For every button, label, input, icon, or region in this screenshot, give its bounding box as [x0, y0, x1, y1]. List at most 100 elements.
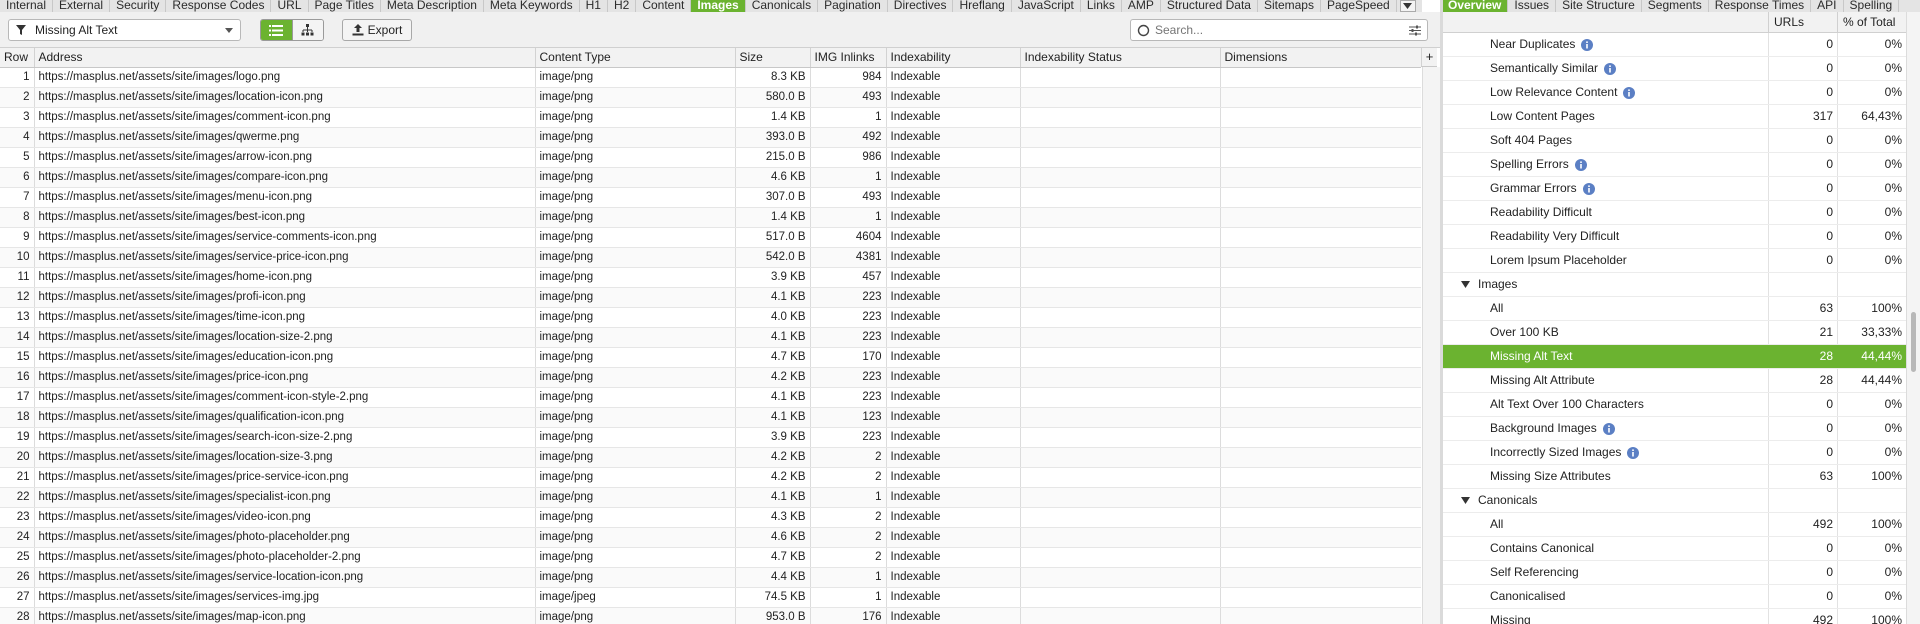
table-row[interactable]: 14 https://masplus.net/assets/site/images…: [0, 327, 1421, 348]
tab-sitemaps[interactable]: Sitemaps: [1258, 0, 1321, 12]
overview-item[interactable]: Readability Difficult 0 0%: [1443, 201, 1920, 225]
table-row[interactable]: 24 https://masplus.net/assets/site/images…: [0, 527, 1421, 548]
tab-directives[interactable]: Directives: [888, 0, 954, 12]
table-row[interactable]: 28 https://masplus.net/assets/site/images…: [0, 607, 1421, 624]
triangle-down-icon[interactable]: [1461, 281, 1470, 288]
column-header-indexability-status[interactable]: Indexability Status: [1020, 48, 1221, 68]
table-row[interactable]: 23 https://masplus.net/assets/site/images…: [0, 507, 1421, 528]
table-row[interactable]: 18 https://masplus.net/assets/site/images…: [0, 407, 1421, 428]
table-row[interactable]: 15 https://masplus.net/assets/site/images…: [0, 347, 1421, 368]
column-header-row[interactable]: Row: [0, 48, 35, 68]
table-row[interactable]: 9 https://masplus.net/assets/site/images/…: [0, 227, 1421, 248]
overview-item[interactable]: Low Content Pages 317 64,43%: [1443, 105, 1920, 129]
tab-javascript[interactable]: JavaScript: [1012, 0, 1081, 12]
table-row[interactable]: 4 https://masplus.net/assets/site/images/…: [0, 127, 1421, 148]
column-header-address[interactable]: Address: [34, 48, 536, 68]
tab-structured-data[interactable]: Structured Data: [1161, 0, 1258, 12]
overview-item[interactable]: All 63 100%: [1443, 297, 1920, 321]
table-row[interactable]: 5 https://masplus.net/assets/site/images/…: [0, 147, 1421, 168]
column-header-img-inlinks[interactable]: IMG Inlinks: [810, 48, 887, 68]
tab-hreflang[interactable]: Hreflang: [953, 0, 1012, 12]
table-row[interactable]: 26 https://masplus.net/assets/site/images…: [0, 567, 1421, 588]
tab-security[interactable]: Security: [110, 0, 167, 12]
overview-item[interactable]: Self Referencing 0 0%: [1443, 561, 1920, 585]
overview-item[interactable]: Readability Very Difficult 0 0%: [1443, 225, 1920, 249]
search-input[interactable]: [1155, 23, 1385, 37]
info-icon[interactable]: [1581, 38, 1594, 51]
sliders-icon[interactable]: [1409, 25, 1421, 36]
column-header-content-type[interactable]: Content Type: [535, 48, 736, 68]
tab-meta-keywords[interactable]: Meta Keywords: [484, 0, 580, 12]
tab-images[interactable]: Images: [691, 0, 746, 12]
tree-view-button[interactable]: [291, 20, 323, 40]
table-scrollbar[interactable]: [1422, 67, 1440, 624]
overview-item[interactable]: Missing Alt Text 28 44,44%: [1443, 345, 1920, 369]
tab-content[interactable]: Content: [636, 0, 692, 12]
side-tab-response-times[interactable]: Response Times: [1709, 0, 1812, 12]
overview-item[interactable]: Alt Text Over 100 Characters 0 0%: [1443, 393, 1920, 417]
table-row[interactable]: 21 https://masplus.net/assets/site/images…: [0, 467, 1421, 488]
info-icon[interactable]: [1582, 182, 1595, 195]
side-tab-api[interactable]: API: [1811, 0, 1844, 12]
tab-canonicals[interactable]: Canonicals: [746, 0, 819, 12]
overview-item[interactable]: Canonicalised 0 0%: [1443, 585, 1920, 609]
side-tab-issues[interactable]: Issues: [1508, 0, 1557, 12]
side-tab-segments[interactable]: Segments: [1642, 0, 1709, 12]
info-icon[interactable]: [1602, 422, 1615, 435]
overview-item[interactable]: Missing Alt Attribute 28 44,44%: [1443, 369, 1920, 393]
tab-meta-description[interactable]: Meta Description: [381, 0, 484, 12]
overview-section-images[interactable]: Images: [1443, 273, 1920, 297]
overview-item[interactable]: Missing 492 100%: [1443, 609, 1920, 624]
add-column-button[interactable]: +: [1421, 48, 1437, 67]
side-tab-site-structure[interactable]: Site Structure: [1556, 0, 1642, 12]
table-row[interactable]: 2 https://masplus.net/assets/site/images/…: [0, 87, 1421, 108]
info-icon[interactable]: [1604, 62, 1617, 75]
overview-item[interactable]: Spelling Errors 0 0%: [1443, 153, 1920, 177]
table-row[interactable]: 22 https://masplus.net/assets/site/images…: [0, 487, 1421, 508]
info-icon[interactable]: [1623, 86, 1636, 99]
tab-links[interactable]: Links: [1081, 0, 1122, 12]
tab-page-titles[interactable]: Page Titles: [309, 0, 381, 12]
info-icon[interactable]: [1574, 158, 1587, 171]
table-row[interactable]: 12 https://masplus.net/assets/site/images…: [0, 287, 1421, 308]
table-row[interactable]: 6 https://masplus.net/assets/site/images/…: [0, 167, 1421, 188]
table-row[interactable]: 11 https://masplus.net/assets/site/images…: [0, 267, 1421, 288]
overview-scrollbar[interactable]: [1906, 12, 1920, 624]
column-header-size[interactable]: Size: [735, 48, 811, 68]
overview-item[interactable]: Missing Size Attributes 63 100%: [1443, 465, 1920, 489]
table-row[interactable]: 25 https://masplus.net/assets/site/images…: [0, 547, 1421, 568]
overview-item[interactable]: Contains Canonical 0 0%: [1443, 537, 1920, 561]
table-row[interactable]: 20 https://masplus.net/assets/site/images…: [0, 447, 1421, 468]
overview-item[interactable]: Incorrectly Sized Images 0 0%: [1443, 441, 1920, 465]
side-tab-spelling[interactable]: Spelling: [1844, 0, 1900, 12]
info-icon[interactable]: [1627, 446, 1640, 459]
table-row[interactable]: 8 https://masplus.net/assets/site/images/…: [0, 207, 1421, 228]
tab-internal[interactable]: Internal: [0, 0, 54, 12]
side-tab-overview[interactable]: Overview: [1442, 0, 1509, 12]
overview-item[interactable]: Grammar Errors 0 0%: [1443, 177, 1920, 201]
column-header-indexability[interactable]: Indexability: [886, 48, 1021, 68]
table-row[interactable]: 3 https://masplus.net/assets/site/images/…: [0, 107, 1421, 128]
tab-pagespeed[interactable]: PageSpeed: [1321, 0, 1397, 12]
overview-section-canonicals[interactable]: Canonicals: [1443, 489, 1920, 513]
table-row[interactable]: 19 https://masplus.net/assets/site/images…: [0, 427, 1421, 448]
search-field[interactable]: [1130, 19, 1428, 41]
overview-item[interactable]: Semantically Similar 0 0%: [1443, 57, 1920, 81]
tab-amp[interactable]: AMP: [1122, 0, 1161, 12]
overview-item[interactable]: Background Images 0 0%: [1443, 417, 1920, 441]
overview-item[interactable]: Near Duplicates 0 0%: [1443, 33, 1920, 57]
overview-item[interactable]: Over 100 KB 21 33,33%: [1443, 321, 1920, 345]
triangle-down-icon[interactable]: [1461, 497, 1470, 504]
overview-item[interactable]: Lorem Ipsum Placeholder 0 0%: [1443, 249, 1920, 273]
tab-url[interactable]: URL: [271, 0, 309, 12]
table-row[interactable]: 16 https://masplus.net/assets/site/images…: [0, 367, 1421, 388]
table-row[interactable]: 13 https://masplus.net/assets/site/images…: [0, 307, 1421, 328]
scrollbar-thumb[interactable]: [1911, 312, 1916, 372]
tab-response-codes[interactable]: Response Codes: [166, 0, 272, 12]
overview-item[interactable]: All 492 100%: [1443, 513, 1920, 537]
tab-overflow-button[interactable]: [1399, 0, 1416, 12]
table-row[interactable]: 7 https://masplus.net/assets/site/images/…: [0, 187, 1421, 208]
overview-item[interactable]: Soft 404 Pages 0 0%: [1443, 129, 1920, 153]
filter-dropdown[interactable]: Missing Alt Text: [8, 19, 241, 41]
table-row[interactable]: 27 https://masplus.net/assets/site/images…: [0, 587, 1421, 608]
